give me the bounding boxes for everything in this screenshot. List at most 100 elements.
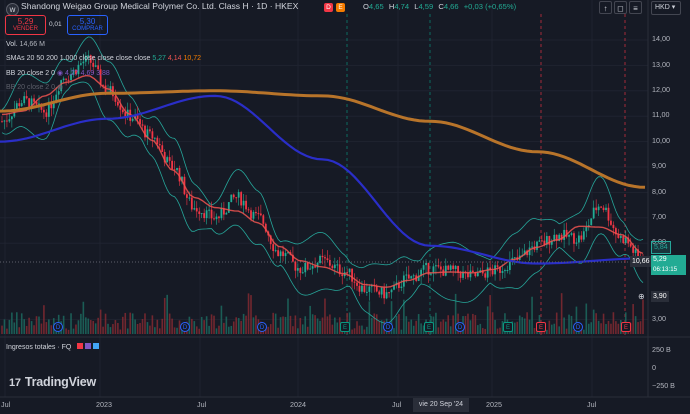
volume-bar xyxy=(568,314,570,334)
volume-bar xyxy=(114,320,117,334)
volume-bar xyxy=(642,299,644,334)
camera-icon[interactable]: ◻ xyxy=(614,1,627,14)
arrow-up-icon[interactable]: ↑ xyxy=(599,1,612,14)
candle-body xyxy=(578,235,580,243)
symbol-title[interactable]: Shandong Weigao Group Medical Polymer Co… xyxy=(21,1,298,11)
earnings-marker[interactable]: E xyxy=(621,322,631,332)
candle-body xyxy=(262,215,265,224)
candle-body xyxy=(378,291,381,295)
revenue-legend[interactable]: Ingresos totales · FQ xyxy=(6,343,100,351)
candle-body xyxy=(158,144,161,146)
buy-button[interactable]: 5,30 COMPRAR xyxy=(67,15,108,35)
volume-bar xyxy=(30,321,33,334)
candle-body xyxy=(65,78,67,80)
volume-bar xyxy=(319,320,321,334)
candle-body xyxy=(28,98,31,108)
volume-bar xyxy=(358,325,361,334)
earnings-badge[interactable]: E xyxy=(336,3,345,12)
candle-body xyxy=(447,265,450,270)
volume-bar xyxy=(400,329,403,334)
volume-bar xyxy=(469,320,472,334)
candle-body xyxy=(6,120,8,122)
dividend-badge[interactable]: D xyxy=(324,3,333,12)
time-tick: Jul xyxy=(197,400,207,409)
earnings-marker[interactable]: E xyxy=(536,322,546,332)
candle-body xyxy=(361,285,363,292)
candle-body xyxy=(439,266,442,270)
volume-bar xyxy=(284,316,287,334)
volume-bar xyxy=(279,317,282,334)
volume-bar xyxy=(304,316,307,334)
earnings-marker[interactable]: E xyxy=(503,322,513,332)
bb-legend[interactable]: BB 20 close 2 0 ◉ 4,27 4,69 3,88 xyxy=(6,69,110,77)
menu-icon[interactable]: ≡ xyxy=(629,1,642,14)
dividend-marker[interactable]: D xyxy=(180,322,190,332)
volume-bar xyxy=(144,313,146,334)
price-chart[interactable] xyxy=(0,0,690,414)
volume-bar xyxy=(163,297,166,334)
candle-body xyxy=(306,262,309,270)
candle-body xyxy=(600,206,602,208)
price-tick: 13,00 xyxy=(652,60,670,69)
candle-body xyxy=(309,268,312,270)
bb-hidden-legend[interactable]: BB 20 close 2 0 ◉ xyxy=(6,83,63,91)
currency-select[interactable]: HKD ▾ xyxy=(651,1,681,15)
plus-icon[interactable]: ⊕ xyxy=(638,292,645,301)
volume-bar xyxy=(563,317,565,334)
earnings-marker[interactable]: E xyxy=(340,322,350,332)
volume-bar xyxy=(299,317,302,334)
last-price-tag: 5,29 06:13:15 xyxy=(651,255,686,275)
earnings-marker[interactable]: E xyxy=(424,322,434,332)
volume-bar xyxy=(417,314,420,334)
dividend-marker[interactable]: D xyxy=(53,322,63,332)
volume-bar xyxy=(585,303,588,334)
volume-bar xyxy=(203,320,205,334)
candle-body xyxy=(629,243,632,247)
candle-body xyxy=(341,274,344,277)
volume-bar xyxy=(306,326,309,334)
candle-body xyxy=(363,285,366,292)
candle-body xyxy=(602,207,605,211)
volume-bar xyxy=(104,313,107,334)
volume-bar xyxy=(277,327,279,334)
volume-legend[interactable]: Vol. 14,66 M xyxy=(6,41,45,48)
candle-body xyxy=(274,250,277,252)
volume-bar xyxy=(240,320,242,334)
volume-bar xyxy=(440,321,442,334)
time-tick: 2023 xyxy=(96,400,112,409)
dividend-marker[interactable]: D xyxy=(383,322,393,332)
volume-bar xyxy=(410,319,413,334)
volume-bar xyxy=(99,309,102,334)
volume-bar xyxy=(223,322,225,334)
sell-button[interactable]: 5,29 VENDER xyxy=(5,15,46,35)
volume-bar xyxy=(605,324,607,334)
sma-legend[interactable]: SMAs 20 50 200 1.000 close close close c… xyxy=(6,55,201,62)
time-tick: Jul xyxy=(587,400,597,409)
volume-bar xyxy=(474,315,477,334)
dividend-marker[interactable]: D xyxy=(455,322,465,332)
volume-bar xyxy=(250,295,252,334)
volume-bar xyxy=(75,324,77,334)
tradingview-logo[interactable]: 17 TradingView xyxy=(9,375,96,389)
candle-body xyxy=(331,265,334,269)
price-tick: 3,00 xyxy=(652,314,666,323)
candle-body xyxy=(437,265,440,267)
candle-body xyxy=(213,218,215,220)
candle-body xyxy=(452,265,455,270)
volume-bar xyxy=(200,316,203,334)
candle-body xyxy=(79,63,82,65)
candle-body xyxy=(255,211,257,214)
candle-body xyxy=(351,268,353,282)
candle-body xyxy=(282,251,284,257)
dividend-marker[interactable]: D xyxy=(257,322,267,332)
price-tick: 10,00 xyxy=(652,136,670,145)
candle-body xyxy=(220,208,223,219)
dividend-marker[interactable]: D xyxy=(573,322,583,332)
candle-body xyxy=(624,237,627,244)
volume-bar xyxy=(587,323,590,334)
candle-body xyxy=(10,116,13,120)
volume-bar xyxy=(3,319,6,334)
volume-bar xyxy=(23,319,25,334)
volume-bar xyxy=(514,322,516,334)
volume-bar xyxy=(198,328,201,334)
